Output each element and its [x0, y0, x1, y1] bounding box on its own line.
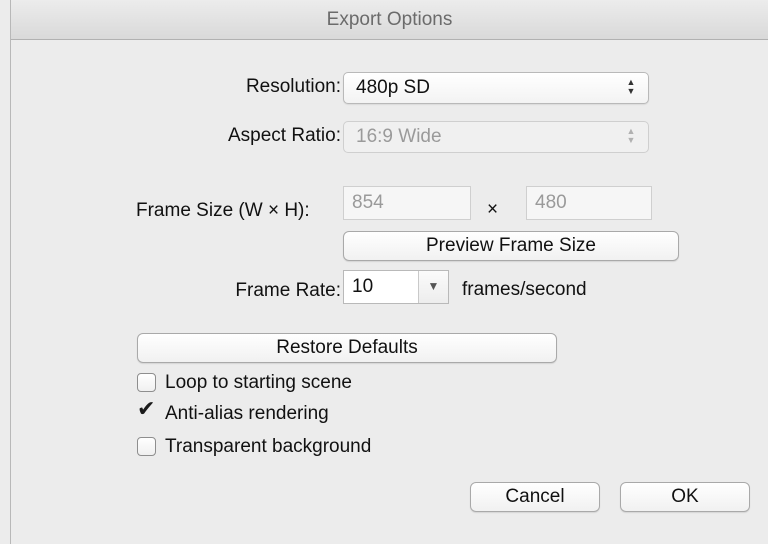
- option-label: Loop to starting scene: [165, 372, 352, 393]
- aspect-ratio-select[interactable]: 16:9 Wide ▲ ▼: [343, 121, 649, 153]
- resolution-select[interactable]: 480p SD ▲ ▼: [343, 72, 649, 104]
- resolution-label: Resolution:: [245, 76, 341, 97]
- restore-defaults-button[interactable]: Restore Defaults: [137, 333, 557, 363]
- popup-arrows-icon: ▲ ▼: [626, 77, 636, 96]
- cancel-button[interactable]: Cancel: [470, 482, 600, 512]
- ok-button[interactable]: OK: [620, 482, 750, 512]
- frame-size-label: Frame Size (W × H):: [136, 200, 310, 221]
- frame-width-field[interactable]: 854: [343, 186, 471, 220]
- frame-rate-value: 10: [352, 276, 374, 297]
- window-title: Export Options: [11, 0, 768, 40]
- aspect-ratio-value: 16:9 Wide: [356, 126, 442, 147]
- option-label: Transparent background: [165, 436, 372, 457]
- frame-rate-unit: frames/second: [462, 279, 587, 300]
- checkbox-unchecked[interactable]: [137, 373, 156, 392]
- frame-rate-combo[interactable]: 10 ▼: [343, 270, 449, 304]
- combo-dropdown-icon[interactable]: ▼: [418, 271, 448, 303]
- checkmark-icon[interactable]: ✔: [137, 399, 155, 421]
- aspect-ratio-label: Aspect Ratio:: [228, 125, 341, 146]
- preview-frame-size-button[interactable]: Preview Frame Size: [343, 231, 679, 261]
- frame-size-times-symbol: ×: [487, 199, 499, 220]
- checkbox-unchecked[interactable]: [137, 437, 156, 456]
- export-options-dialog: Export Options Resolution: 480p SD ▲ ▼ As…: [10, 0, 768, 544]
- option-label: Anti-alias rendering: [165, 403, 329, 424]
- popup-arrows-icon: ▲ ▼: [626, 126, 636, 145]
- resolution-value: 480p SD: [356, 77, 430, 98]
- frame-rate-label: Frame Rate:: [235, 280, 341, 301]
- frame-height-field[interactable]: 480: [526, 186, 652, 220]
